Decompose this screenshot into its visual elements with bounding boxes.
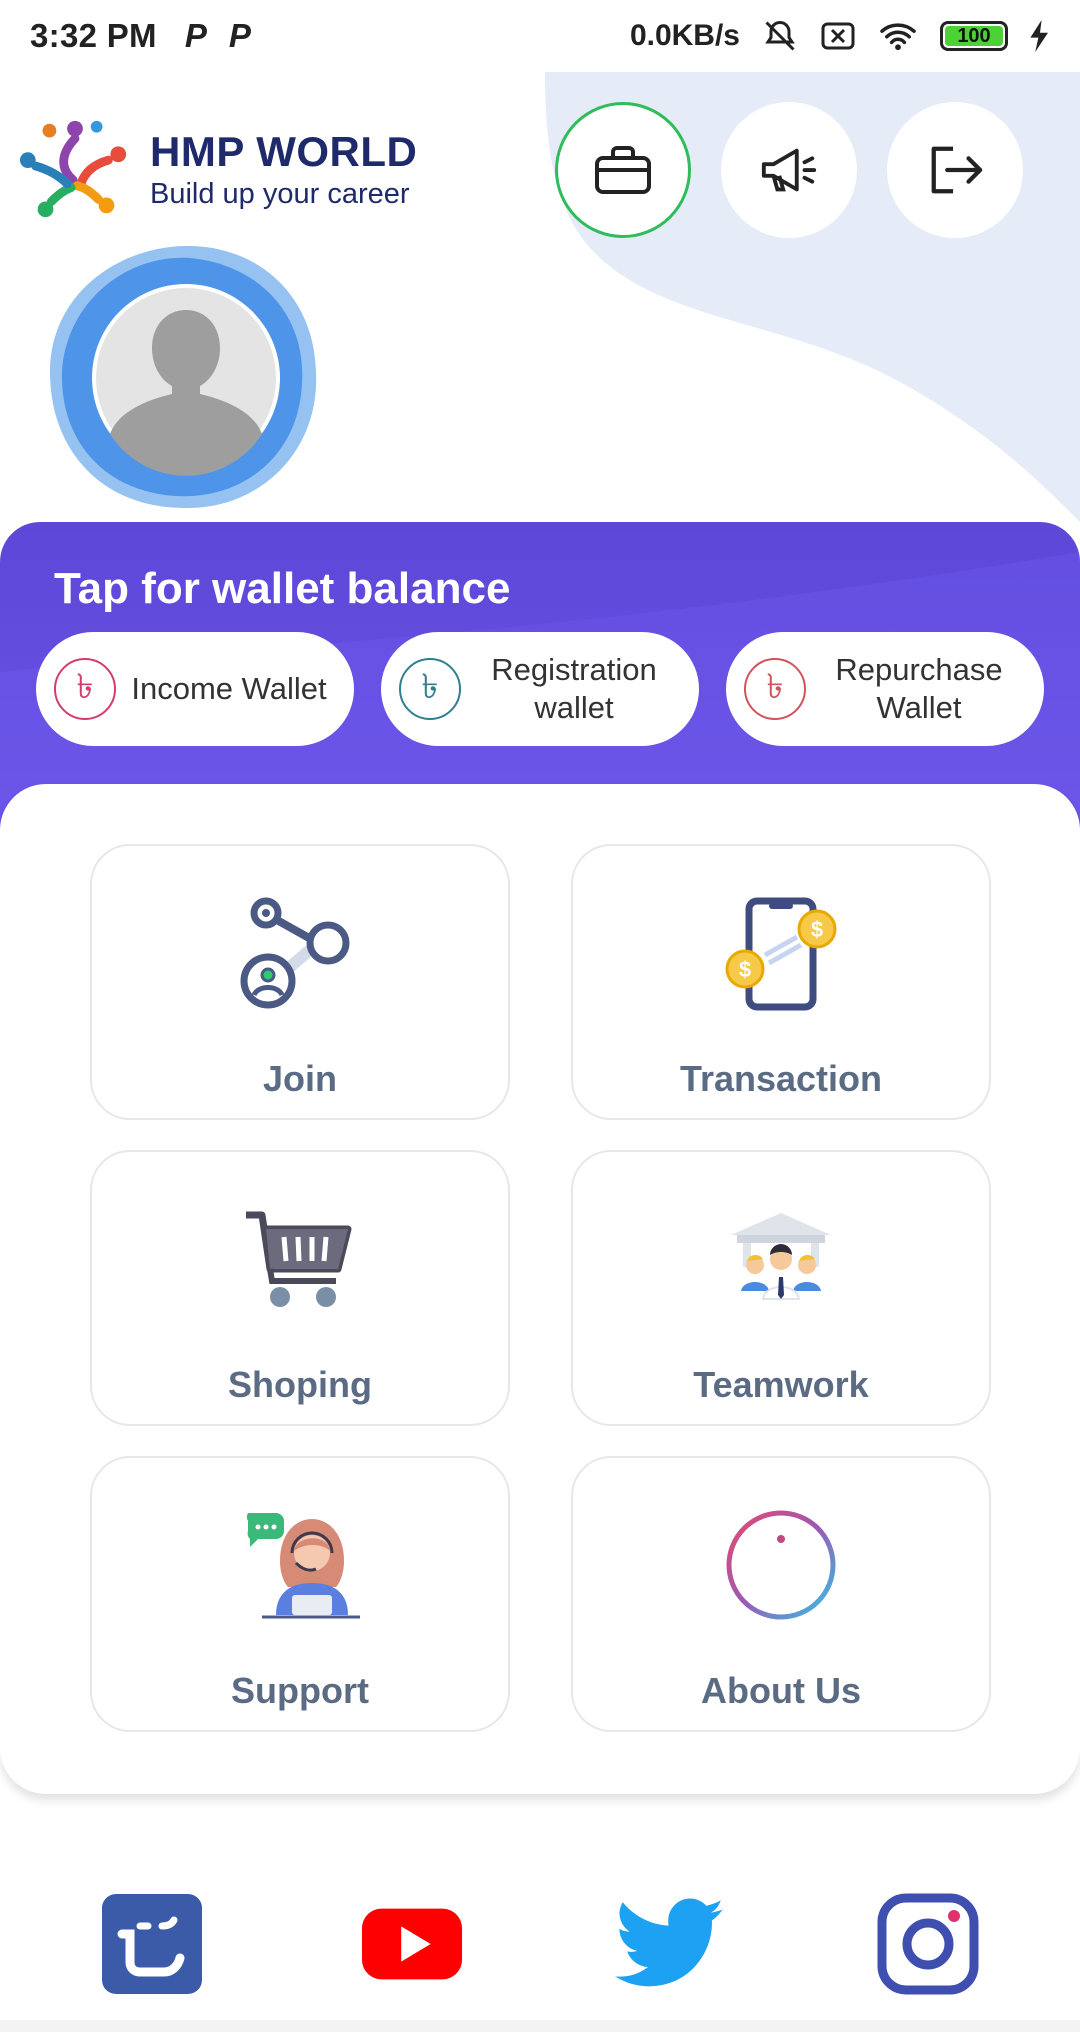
twitter-link[interactable] — [614, 1892, 728, 1996]
twitter-icon — [615, 1898, 724, 1987]
menu-tile-join[interactable]: Join — [90, 844, 510, 1120]
briefcase-icon — [595, 146, 651, 194]
battery-icon: 100 — [940, 21, 1008, 51]
join-network-icon — [240, 897, 350, 1009]
menu-label-shopping: Shoping — [228, 1364, 372, 1405]
svg-text:$: $ — [739, 957, 751, 982]
megaphone-icon — [761, 148, 817, 192]
team-icon — [731, 1213, 831, 1300]
youtube-link[interactable] — [360, 1892, 464, 1996]
menu-label-about-us: About Us — [701, 1670, 861, 1711]
menu-tile-support[interactable]: Support — [90, 1456, 510, 1732]
app-store-link[interactable] — [100, 1892, 204, 1996]
menu-tile-transaction[interactable]: $ $ Transaction — [571, 844, 991, 1120]
support-agent-icon — [246, 1513, 360, 1619]
menu-label-support: Support — [231, 1670, 369, 1711]
instagram-link[interactable] — [876, 1892, 980, 1996]
menu-tile-shopping[interactable]: Shoping — [90, 1150, 510, 1426]
status-bar: 3:32 PM P P 0.0KB/s 100 — [0, 0, 1080, 72]
charging-icon — [1030, 20, 1048, 52]
brand: HMP WORLD Build up your career — [16, 114, 417, 224]
taka-icon: ৳ — [399, 658, 461, 720]
notification-icon: P — [184, 17, 207, 54]
menu-label-join: Join — [262, 1058, 337, 1099]
brand-logo-icon — [19, 120, 127, 218]
network-speed: 0.0KB/s — [629, 19, 740, 52]
taka-icon: ৳ — [744, 658, 806, 720]
wallet-title: Tap for wallet balance — [54, 564, 511, 613]
registration-wallet-button[interactable]: ৳ Registration wallet — [381, 632, 699, 746]
income-wallet-label: Income Wallet — [131, 671, 327, 706]
shopping-cart-icon — [246, 1211, 352, 1307]
repurchase-wallet-label: Repurchase Wallet — [835, 652, 1003, 725]
sim-off-icon — [821, 22, 855, 50]
briefcase-button[interactable] — [555, 102, 691, 238]
info-icon — [726, 1510, 836, 1620]
logout-icon — [931, 146, 983, 194]
notification-icon: P — [228, 17, 251, 54]
wifi-icon — [880, 23, 916, 51]
avatar[interactable] — [44, 242, 324, 512]
announcements-button[interactable] — [721, 102, 857, 238]
instagram-icon — [877, 1893, 979, 1995]
youtube-icon — [361, 1908, 463, 1980]
menu-label-transaction: Transaction — [679, 1058, 883, 1099]
bottom-divider — [0, 2020, 1080, 2032]
brand-title: HMP WORLD — [150, 127, 418, 175]
app-logo-icon — [102, 1894, 202, 1994]
menu-label-teamwork: Teamwork — [693, 1364, 869, 1405]
battery-level: 100 — [945, 25, 1003, 47]
svg-text:$: $ — [811, 917, 823, 942]
registration-wallet-label: Registration wallet — [491, 652, 657, 725]
phone-money-icon: $ $ — [725, 897, 837, 1011]
menu-tile-about-us[interactable]: About Us — [571, 1456, 991, 1732]
status-time: 3:32 PM — [30, 17, 157, 54]
taka-icon: ৳ — [54, 658, 116, 720]
menu-tile-teamwork[interactable]: Teamwork — [571, 1150, 991, 1426]
menu-card: Join $ $ Transaction Shoping Teamwork Su… — [0, 784, 1080, 1794]
brand-subtitle: Build up your career — [150, 177, 410, 210]
mute-icon — [765, 20, 795, 51]
repurchase-wallet-button[interactable]: ৳ Repurchase Wallet — [726, 632, 1044, 746]
logout-button[interactable] — [887, 102, 1023, 238]
income-wallet-button[interactable]: ৳ Income Wallet — [36, 632, 354, 746]
